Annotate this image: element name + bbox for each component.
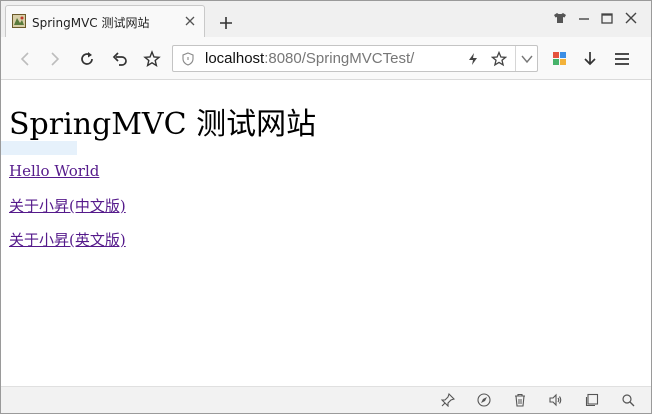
back-icon[interactable] [17, 50, 35, 68]
maximize-icon[interactable] [600, 11, 614, 25]
address-bar[interactable]: localhost:8080/SpringMVCTest/ [172, 45, 538, 72]
forward-icon[interactable] [45, 50, 63, 68]
close-window-icon[interactable] [624, 11, 638, 25]
url-host: localhost [205, 50, 265, 67]
chevron-down-icon[interactable] [520, 53, 534, 65]
url-text[interactable]: localhost:8080/SpringMVCTest/ [205, 50, 414, 67]
page-content: SpringMVC 测试网站 Hello World 关于小昇(中文版) 关于小… [1, 80, 651, 386]
urlbar-divider [515, 46, 516, 71]
page-heading: SpringMVC 测试网站 [9, 107, 317, 142]
browser-window: SpringMVC 测试网站 localhost:8080/SpringMVCT… [0, 0, 652, 414]
reload-icon[interactable] [78, 50, 96, 68]
tab-springmvc[interactable]: SpringMVC 测试网站 [5, 5, 205, 37]
favorite-star-icon[interactable] [491, 51, 507, 67]
link-about-english[interactable]: 关于小昇(英文版) [9, 229, 126, 250]
url-path: :8080/SpringMVCTest/ [264, 50, 415, 67]
tab-close-icon[interactable] [184, 15, 196, 27]
bottom-toolbar [1, 386, 651, 413]
trash-icon[interactable] [513, 393, 527, 407]
security-shield-icon[interactable] [181, 52, 195, 66]
tab-strip: SpringMVC 测试网站 [1, 1, 651, 37]
window-icon[interactable] [585, 393, 599, 407]
minimize-icon[interactable] [577, 11, 591, 25]
extensions-icon[interactable] [551, 50, 569, 68]
undo-icon[interactable] [111, 50, 129, 68]
skin-shirt-icon[interactable] [553, 11, 567, 25]
site-favicon-icon [12, 14, 26, 28]
navigation-bar: localhost:8080/SpringMVCTest/ [1, 37, 651, 80]
link-about-chinese[interactable]: 关于小昇(中文版) [9, 195, 126, 216]
pin-icon[interactable] [441, 393, 455, 407]
search-icon[interactable] [621, 393, 635, 407]
bookmark-star-icon[interactable] [143, 50, 161, 68]
selection-highlight [1, 141, 77, 155]
download-icon[interactable] [581, 50, 599, 68]
menu-icon[interactable] [613, 50, 631, 68]
tab-title: SpringMVC 测试网站 [32, 16, 150, 30]
speaker-icon[interactable] [549, 393, 563, 407]
link-hello-world[interactable]: Hello World [9, 162, 99, 180]
new-tab-plus-icon[interactable] [219, 16, 233, 30]
compass-icon[interactable] [477, 393, 491, 407]
lightning-icon[interactable] [467, 52, 479, 66]
